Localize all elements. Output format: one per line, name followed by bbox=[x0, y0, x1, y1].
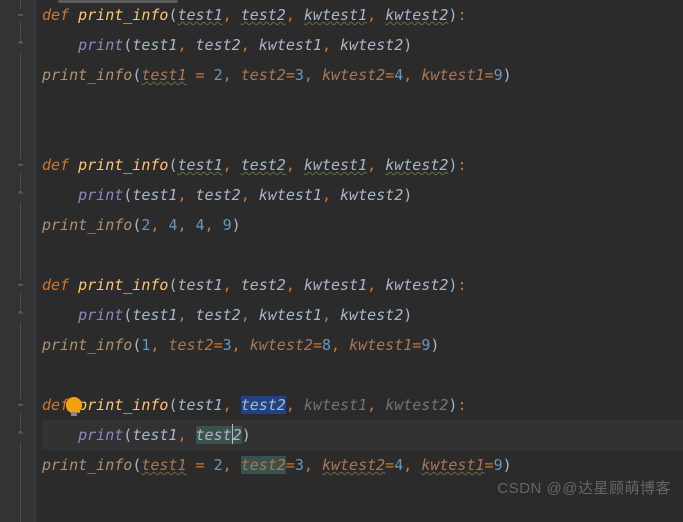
code-line[interactable]: def print_info(test1, test2, kwtest1, kw… bbox=[42, 390, 683, 420]
fold-minus-icon[interactable]: − bbox=[14, 159, 27, 172]
code-editor: − ⌃ − ⌃ − ⌃ − ⌃ def print_info(test1, te… bbox=[0, 0, 683, 522]
func-name: print_info bbox=[78, 6, 168, 24]
code-area[interactable]: def print_info(test1, test2, kwtest1, kw… bbox=[36, 0, 683, 522]
gutter: − ⌃ − ⌃ − ⌃ − ⌃ bbox=[0, 0, 36, 522]
fold-close-icon[interactable]: ⌃ bbox=[14, 429, 27, 442]
text-cursor bbox=[232, 424, 233, 444]
watermark-text: CSDN @@达星顾萌博客 bbox=[497, 474, 671, 504]
fold-close-icon[interactable]: ⌃ bbox=[14, 39, 27, 52]
code-line[interactable]: print(test1, test2, kwtest1, kwtest2) bbox=[42, 180, 683, 210]
code-line[interactable]: print_info(2, 4, 4, 9) bbox=[42, 210, 683, 240]
code-line[interactable]: print(test1, test2, kwtest1, kwtest2) bbox=[42, 30, 683, 60]
fold-close-icon[interactable]: ⌃ bbox=[14, 309, 27, 322]
fold-close-icon[interactable]: ⌃ bbox=[14, 189, 27, 202]
code-line[interactable]: def print_info(test1, test2, kwtest1, kw… bbox=[42, 270, 683, 300]
lightbulb-icon[interactable] bbox=[66, 397, 82, 413]
code-line[interactable]: def print_info(test1, test2, kwtest1, kw… bbox=[42, 0, 683, 30]
code-line-active[interactable]: print(test1, test2) bbox=[42, 420, 683, 450]
fold-minus-icon[interactable]: − bbox=[14, 399, 27, 412]
selected-text: test2 bbox=[241, 396, 286, 414]
code-line[interactable]: print(test1, test2, kwtest1, kwtest2) bbox=[42, 300, 683, 330]
code-line[interactable]: print_info(test1 = 2, test2=3, kwtest2=4… bbox=[42, 60, 683, 90]
blank-line[interactable] bbox=[42, 120, 683, 150]
param: test2 bbox=[241, 6, 286, 24]
builtin-print: print bbox=[78, 36, 123, 54]
param: kwtest2 bbox=[385, 6, 448, 24]
blank-line[interactable] bbox=[42, 360, 683, 390]
param: kwtest1 bbox=[304, 6, 367, 24]
fold-minus-icon[interactable]: − bbox=[14, 9, 27, 22]
func-call: print_info bbox=[42, 66, 132, 84]
code-line[interactable]: def print_info(test1, test2, kwtest1, kw… bbox=[42, 150, 683, 180]
blank-line[interactable] bbox=[42, 240, 683, 270]
code-line[interactable]: print_info(1, test2=3, kwtest2=8, kwtest… bbox=[42, 330, 683, 360]
blank-line[interactable] bbox=[42, 90, 683, 120]
keyword-def: def bbox=[42, 6, 69, 24]
param: test1 bbox=[177, 6, 222, 24]
fold-minus-icon[interactable]: − bbox=[14, 279, 27, 292]
